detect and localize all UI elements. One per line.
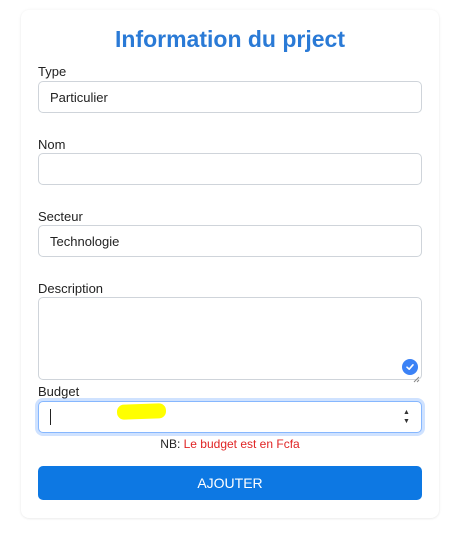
type-value: Particulier (50, 89, 108, 105)
yellow-highlight-mark (116, 403, 167, 420)
nom-field[interactable] (38, 153, 422, 185)
budget-note: NB: Le budget est en Fcfa (21, 437, 439, 451)
description-label: Description (38, 281, 104, 296)
secteur-value: Technologie (50, 233, 120, 249)
spinner-up-icon[interactable]: ▲ (403, 409, 410, 417)
budget-label: Budget (38, 384, 80, 399)
secteur-field[interactable]: Technologie (38, 225, 422, 257)
description-textarea[interactable] (38, 297, 422, 383)
resize-grip-icon[interactable] (413, 371, 420, 383)
ajouter-button[interactable]: AJOUTER (38, 466, 422, 500)
budget-input[interactable]: ▲ ▼ (38, 401, 422, 433)
type-label: Type (38, 64, 67, 79)
note-text: Le budget est en Fcfa (183, 437, 300, 451)
spinner-down-icon[interactable]: ▼ (403, 418, 410, 426)
number-spinner[interactable]: ▲ ▼ (401, 409, 412, 426)
text-caret (50, 409, 51, 425)
nom-label: Nom (38, 137, 66, 152)
secteur-label: Secteur (38, 209, 83, 224)
type-field[interactable]: Particulier (38, 81, 422, 113)
form-title: Information du prject (115, 26, 345, 52)
note-prefix: NB: (160, 437, 184, 451)
